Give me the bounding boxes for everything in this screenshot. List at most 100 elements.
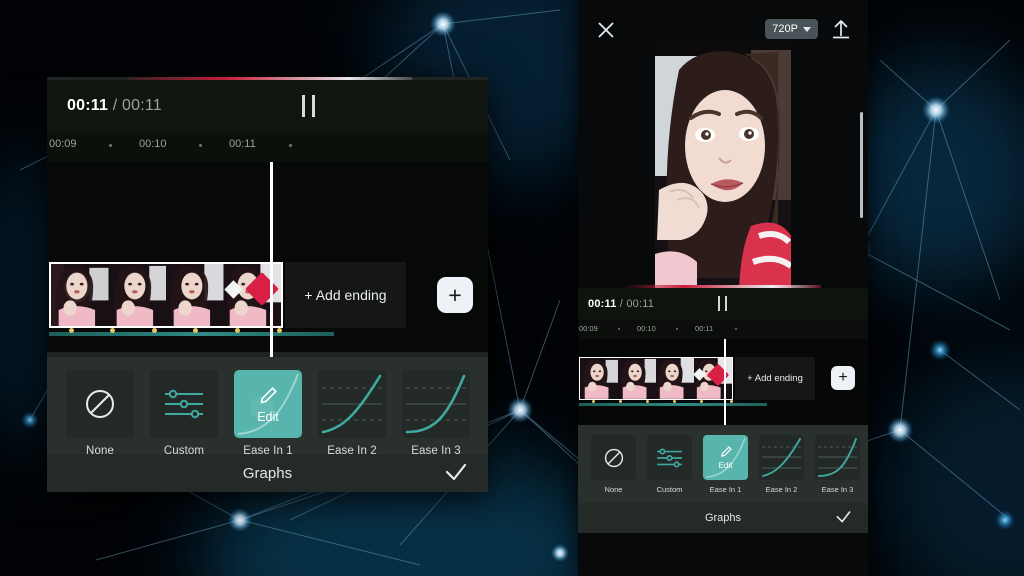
keyframe-dot[interactable] bbox=[193, 328, 198, 333]
phone-bottom-filler bbox=[578, 533, 868, 576]
video-clip[interactable] bbox=[579, 357, 733, 400]
preset-tile-selected[interactable]: Edit bbox=[234, 370, 302, 438]
preset-tile[interactable] bbox=[318, 370, 386, 438]
phone-playback-bar: 00:11 / 00:11 bbox=[578, 288, 868, 319]
clip-thumbnails bbox=[51, 264, 281, 326]
preset-custom[interactable]: Custom bbox=[150, 370, 218, 457]
close-icon bbox=[598, 22, 614, 38]
preset-tile-selected[interactable]: Edit bbox=[703, 435, 748, 480]
ruler-tick-dot bbox=[289, 144, 292, 147]
add-ending-button[interactable]: + Add ending bbox=[285, 262, 406, 328]
edit-label: Edit bbox=[257, 409, 279, 424]
audio-waveform-bar[interactable] bbox=[579, 403, 767, 406]
ruler-tick-dot bbox=[109, 144, 112, 147]
clip-thumbnail bbox=[108, 264, 166, 326]
checkmark-icon bbox=[836, 511, 851, 523]
ruler-tick-label: 00:09 bbox=[49, 138, 77, 150]
ruler-tick-dot bbox=[676, 328, 678, 330]
preset-ease-in-2[interactable]: Ease In 2 bbox=[318, 370, 386, 457]
scroll-indicator[interactable] bbox=[860, 112, 863, 218]
graph-presets-panel: None Custom Edit Ease In 1 Ease In 2 Eas… bbox=[578, 425, 868, 503]
preset-label: None bbox=[604, 485, 623, 494]
phone-timeline-ruler[interactable]: 00:09 00:10 00:11 bbox=[578, 319, 868, 339]
graph-preset-row: None Custom Edit Ease In 1 Ease In 2 Eas… bbox=[591, 435, 860, 494]
preset-ease-in-3[interactable]: Ease In 3 bbox=[402, 370, 470, 457]
time-separator: / bbox=[112, 97, 118, 114]
chevron-down-icon bbox=[803, 26, 811, 32]
keyframe-dot[interactable] bbox=[673, 400, 676, 403]
confirm-button[interactable] bbox=[444, 462, 468, 484]
curve-icon bbox=[321, 374, 382, 434]
keyframe-dot[interactable] bbox=[69, 328, 74, 333]
preset-tile[interactable] bbox=[815, 435, 860, 480]
add-media-button[interactable]: + bbox=[831, 366, 855, 390]
keyframe-dot[interactable] bbox=[619, 400, 622, 403]
keyframe-dot[interactable] bbox=[152, 328, 157, 333]
sliders-icon bbox=[165, 389, 203, 419]
ruler-tick-label: 00:11 bbox=[229, 138, 256, 150]
screenshot-root: 00:11 / 00:11 00:09 00:10 00:11 + Add en… bbox=[0, 0, 1024, 576]
left-timeline-track-area[interactable]: + Add ending + bbox=[47, 162, 488, 380]
zoomed-editor-panel: 00:11 / 00:11 00:09 00:10 00:11 + Add en… bbox=[47, 77, 488, 492]
current-time: 00:11 bbox=[588, 297, 617, 310]
export-button[interactable] bbox=[830, 18, 852, 40]
ruler-tick-label: 00:09 bbox=[579, 324, 598, 333]
phone-timeline-track-area[interactable]: + Add ending + bbox=[578, 339, 868, 434]
preset-none[interactable]: None bbox=[66, 370, 134, 457]
preset-label: Custom bbox=[656, 485, 683, 494]
audio-waveform-bar[interactable] bbox=[49, 332, 334, 336]
keyframe-dot[interactable] bbox=[110, 328, 115, 333]
resolution-selector[interactable]: 720P bbox=[765, 19, 818, 39]
keyframe-dot[interactable] bbox=[730, 400, 733, 403]
preset-ease-in-1[interactable]: Edit Ease In 1 bbox=[703, 435, 748, 494]
preset-ease-in-1[interactable]: Edit Ease In 1 bbox=[234, 370, 302, 457]
edit-label: Edit bbox=[718, 461, 733, 470]
ruler-tick-dot bbox=[735, 328, 737, 330]
graphs-bottom-bar: Graphs bbox=[47, 454, 488, 492]
preset-custom[interactable]: Custom bbox=[647, 435, 692, 494]
curve-icon bbox=[818, 438, 857, 477]
left-playback-bar: 00:11 / 00:11 bbox=[47, 80, 488, 132]
preview-frame bbox=[655, 40, 791, 288]
add-ending-button[interactable]: + Add ending bbox=[735, 357, 815, 400]
preset-tile[interactable] bbox=[647, 435, 692, 480]
confirm-button[interactable] bbox=[835, 510, 852, 525]
graph-presets-panel: None Custom Edit Ease In 1 Ease In 2 Eas… bbox=[47, 357, 488, 457]
clip-thumbnail bbox=[580, 358, 618, 399]
preset-tile[interactable] bbox=[759, 435, 804, 480]
pause-icon[interactable] bbox=[302, 94, 328, 118]
keyframe-dot[interactable] bbox=[700, 400, 703, 403]
preset-ease-in-2[interactable]: Ease In 2 bbox=[759, 435, 804, 494]
ruler-tick-label: 00:11 bbox=[695, 324, 714, 333]
video-preview[interactable] bbox=[655, 40, 791, 288]
no-entry-icon bbox=[604, 448, 623, 467]
curve-icon bbox=[405, 374, 466, 434]
preset-tile[interactable] bbox=[66, 370, 134, 438]
preset-label: Ease In 3 bbox=[821, 485, 854, 494]
video-clip[interactable] bbox=[49, 262, 283, 328]
keyframe-dot[interactable] bbox=[646, 400, 649, 403]
preset-ease-in-3[interactable]: Ease In 3 bbox=[815, 435, 860, 494]
add-media-button[interactable]: + bbox=[437, 277, 473, 313]
clip-thumbnail bbox=[656, 358, 694, 399]
upload-arrow-icon bbox=[833, 20, 849, 39]
preset-none[interactable]: None bbox=[591, 435, 636, 494]
preset-tile[interactable] bbox=[150, 370, 218, 438]
left-timeline-ruler[interactable]: 00:09 00:10 00:11 bbox=[47, 132, 488, 162]
checkmark-icon bbox=[445, 463, 467, 481]
total-time: 00:11 bbox=[122, 97, 162, 114]
current-time: 00:11 bbox=[67, 97, 109, 114]
keyframe-dot[interactable] bbox=[235, 328, 240, 333]
curve-icon bbox=[762, 438, 801, 477]
keyframe-dot[interactable] bbox=[592, 400, 595, 403]
playhead[interactable] bbox=[724, 339, 726, 434]
close-button[interactable] bbox=[596, 20, 616, 40]
preset-label: Ease In 1 bbox=[709, 485, 742, 494]
no-entry-icon bbox=[86, 390, 114, 418]
preset-tile[interactable] bbox=[402, 370, 470, 438]
preset-tile[interactable] bbox=[591, 435, 636, 480]
playhead[interactable] bbox=[270, 162, 273, 380]
pause-icon[interactable] bbox=[718, 296, 727, 311]
edit-overlay: Edit bbox=[234, 370, 302, 438]
keyframe-dot[interactable] bbox=[277, 328, 282, 333]
